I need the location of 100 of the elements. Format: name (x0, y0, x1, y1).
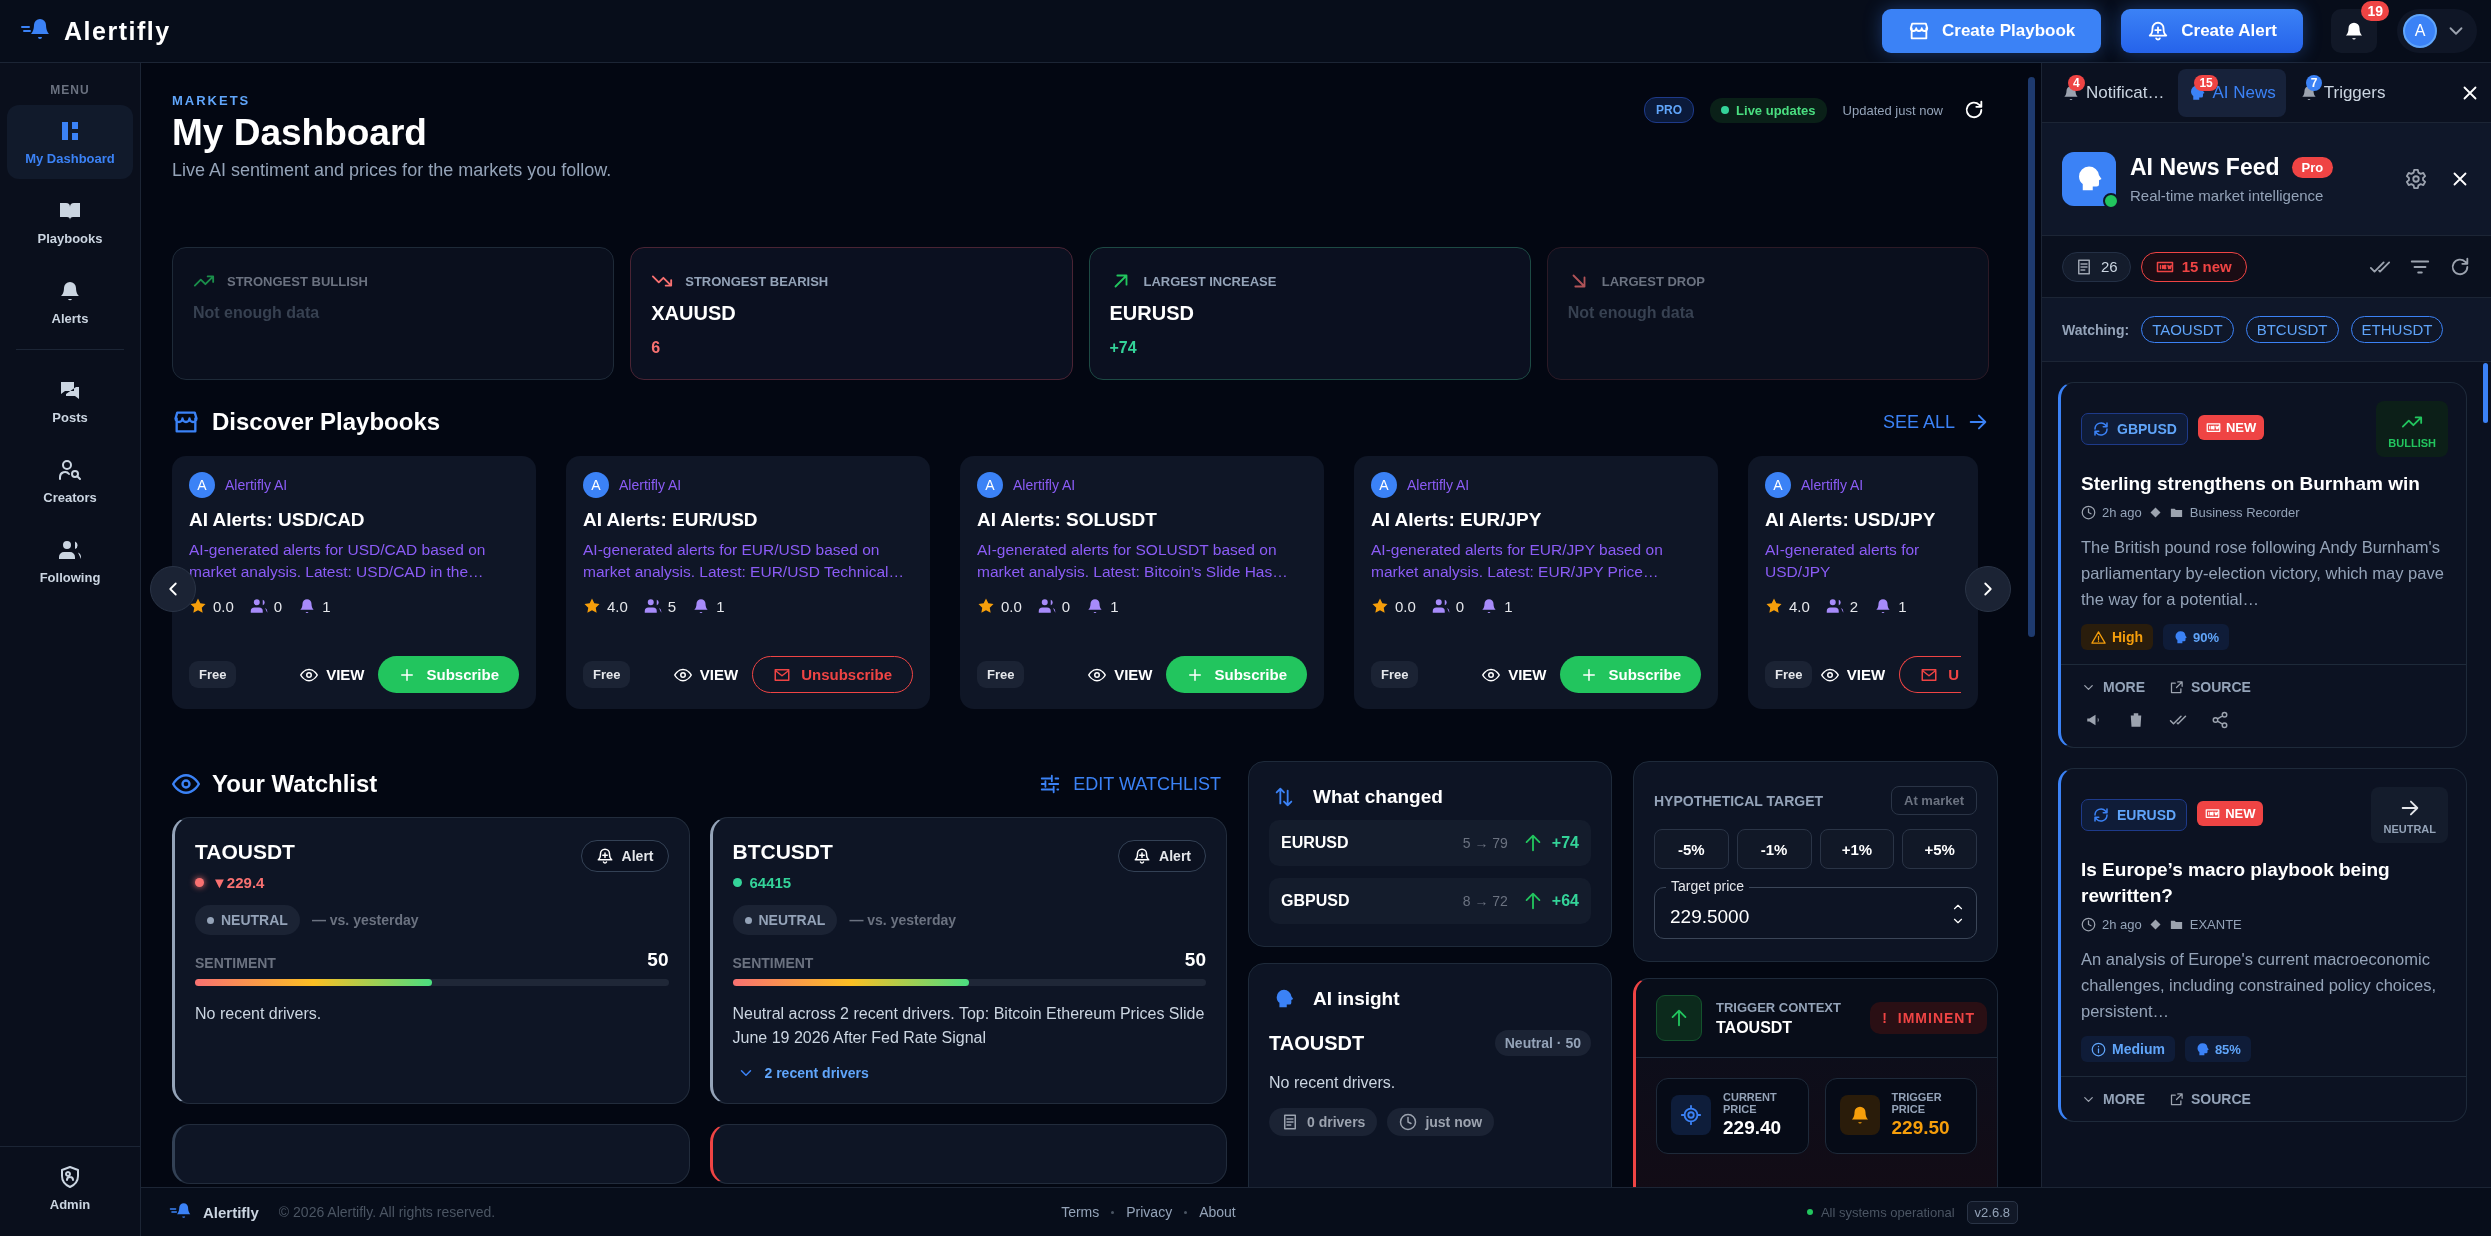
warning-icon (2091, 629, 2106, 645)
view-link[interactable]: VIEW (1820, 665, 1886, 684)
view-link[interactable]: VIEW (300, 665, 365, 684)
rating-value: 4.0 (1789, 597, 1810, 615)
new-tag-icon (2205, 806, 2221, 821)
time-text: 2h ago (2102, 505, 2142, 520)
count-badge: 4 (2068, 74, 2085, 91)
footer-link[interactable]: About (1199, 1204, 1236, 1220)
sidebar-item[interactable]: Alerts (7, 265, 133, 339)
plan-badge: PRO (1644, 97, 1695, 123)
see-all-link[interactable]: SEE ALL (1882, 411, 1989, 433)
price-value: 229.40 (1723, 1117, 1783, 1139)
price-value: 229.50 (1891, 1117, 1951, 1139)
clock-icon (1399, 1113, 1418, 1131)
time-text: 2h ago (2102, 917, 2142, 932)
source-name: Business Recorder (2189, 505, 2300, 520)
at-market-button[interactable]: At market (1891, 786, 1977, 815)
up-down-arrows-icon (1273, 786, 1295, 808)
sidebar-item[interactable]: Playbooks (7, 185, 133, 259)
confidence-tag: 90% (2163, 624, 2230, 650)
live-status-badge: Live updates (1710, 97, 1827, 123)
target-icon (1680, 1104, 1702, 1126)
source-link[interactable]: SOURCE (2169, 679, 2251, 695)
document-icon (2075, 257, 2093, 276)
currency-exchange-icon (2092, 420, 2110, 438)
sidebar-item[interactable]: Creators (7, 444, 133, 518)
view-link[interactable]: VIEW (1482, 665, 1547, 684)
sidebar-item[interactable]: My Dashboard (7, 105, 133, 179)
percent-button[interactable]: +5% (1902, 829, 1977, 869)
bell-plus-icon (595, 847, 614, 865)
edit-watchlist-link[interactable]: EDIT WATCHLIST (1039, 773, 1221, 795)
symbol-name: BTCUSDT (732, 840, 833, 864)
card-title: HYPOTHETICAL TARGET (1654, 792, 1824, 809)
author-name: Alertifly AI (1013, 477, 1076, 493)
people-icon (643, 597, 662, 615)
rating-value: 4.0 (607, 597, 628, 615)
summary-text: No recent drivers. (195, 1004, 323, 1024)
clock-icon (2081, 917, 2096, 932)
author-name: Alertifly AI (1801, 477, 1864, 493)
new-count-chip: 15 new (2140, 251, 2247, 282)
alert-count: 1 (1898, 597, 1907, 615)
percent-button[interactable]: -5% (1654, 829, 1729, 869)
stat-label: LARGEST INCREASE (1143, 273, 1277, 289)
more-link[interactable]: MORE (2081, 1091, 2145, 1107)
footer-link[interactable]: Terms (1061, 1204, 1100, 1220)
price-label: CURRENT PRICE (1723, 1091, 1778, 1115)
updated-text: Updated just now (1842, 102, 1943, 118)
count-badge: 7 (2305, 74, 2323, 91)
source-link[interactable]: SOURCE (2169, 1091, 2251, 1107)
external-link-icon (2169, 679, 2184, 695)
panel-tab[interactable]: 4 Notificat… (2052, 68, 2175, 117)
stat-label: STRONGEST BEARISH (685, 273, 829, 289)
rating-value: 0.0 (1395, 597, 1416, 615)
drivers-toggle[interactable]: 2 recent drivers (732, 1064, 1206, 1082)
symbol-name: EURUSD (1281, 834, 1349, 852)
new-tag-icon (2205, 420, 2221, 435)
summary-text: No recent drivers. (1269, 1074, 1397, 1092)
bell-icon (2343, 20, 2365, 42)
source-name: EXANTE (2189, 917, 2242, 932)
people-icon (249, 597, 268, 615)
info-icon (2091, 1041, 2106, 1057)
notification-count: 19 (2361, 1, 2389, 21)
create-alert-button[interactable]: Create Alert (2121, 9, 2303, 53)
scrollbar[interactable] (2483, 363, 2488, 423)
view-link[interactable]: VIEW (1088, 665, 1153, 684)
sidebar-item[interactable]: Following (7, 524, 133, 598)
percent-button[interactable]: -1% (1736, 829, 1812, 869)
impact-tag: High (2081, 624, 2154, 650)
target-price-field[interactable]: Target price 229.5000 (1654, 877, 1977, 939)
news-title: Is Europe’s macro playbook being rewritten? (2081, 858, 2391, 908)
refresh-icon (2449, 255, 2471, 278)
page-title: My Dashboard (172, 112, 428, 154)
sentiment-label: SENTIMENT (732, 955, 814, 971)
more-link[interactable]: MORE (2081, 679, 2145, 695)
footer-link[interactable]: Privacy (1126, 1204, 1173, 1220)
percent-button[interactable]: +1% (1819, 829, 1895, 869)
page-subtitle: Live AI sentiment and prices for the markets you follow. (172, 160, 612, 181)
user-menu-button[interactable]: A (2397, 9, 2477, 53)
section-eyebrow: MARKETS (172, 93, 252, 108)
document-icon (1281, 1113, 1299, 1131)
scrollbar[interactable] (2028, 77, 2035, 637)
copyright-text: © 2026 Alertifly. All rights reserved. (278, 1204, 496, 1220)
create-playbook-button[interactable]: Create Playbook (1882, 9, 2102, 53)
playbook-title: AI Alerts: USD/CAD (189, 509, 366, 531)
pro-badge: Pro (2291, 157, 2334, 178)
panel-tab[interactable]: 7 Triggers (2289, 68, 2396, 117)
alert-button[interactable]: Alert (580, 840, 669, 872)
symbol-name: TAOUSDT (195, 840, 295, 864)
price-tag: Free (583, 661, 631, 688)
view-link[interactable]: VIEW (673, 665, 739, 684)
price-label: TRIGGER PRICE (1891, 1091, 1943, 1115)
playbook-title: AI Alerts: USD/JPY (1765, 509, 1937, 531)
comparison-text: — vs. yesterday (311, 912, 419, 928)
sidebar-item[interactable]: Posts (7, 364, 133, 438)
sentiment-score: 50 (1184, 949, 1206, 971)
alert-button[interactable]: Alert (1118, 840, 1206, 872)
price-tag: Free (189, 661, 237, 688)
playbook-description: AI-generated alerts for EUR/JPY based on market analysis. Latest: EUR/JPY Price… (1371, 540, 1664, 582)
sliders-icon (1039, 773, 1062, 795)
sidebar-item[interactable]: Admin (0, 1146, 141, 1230)
